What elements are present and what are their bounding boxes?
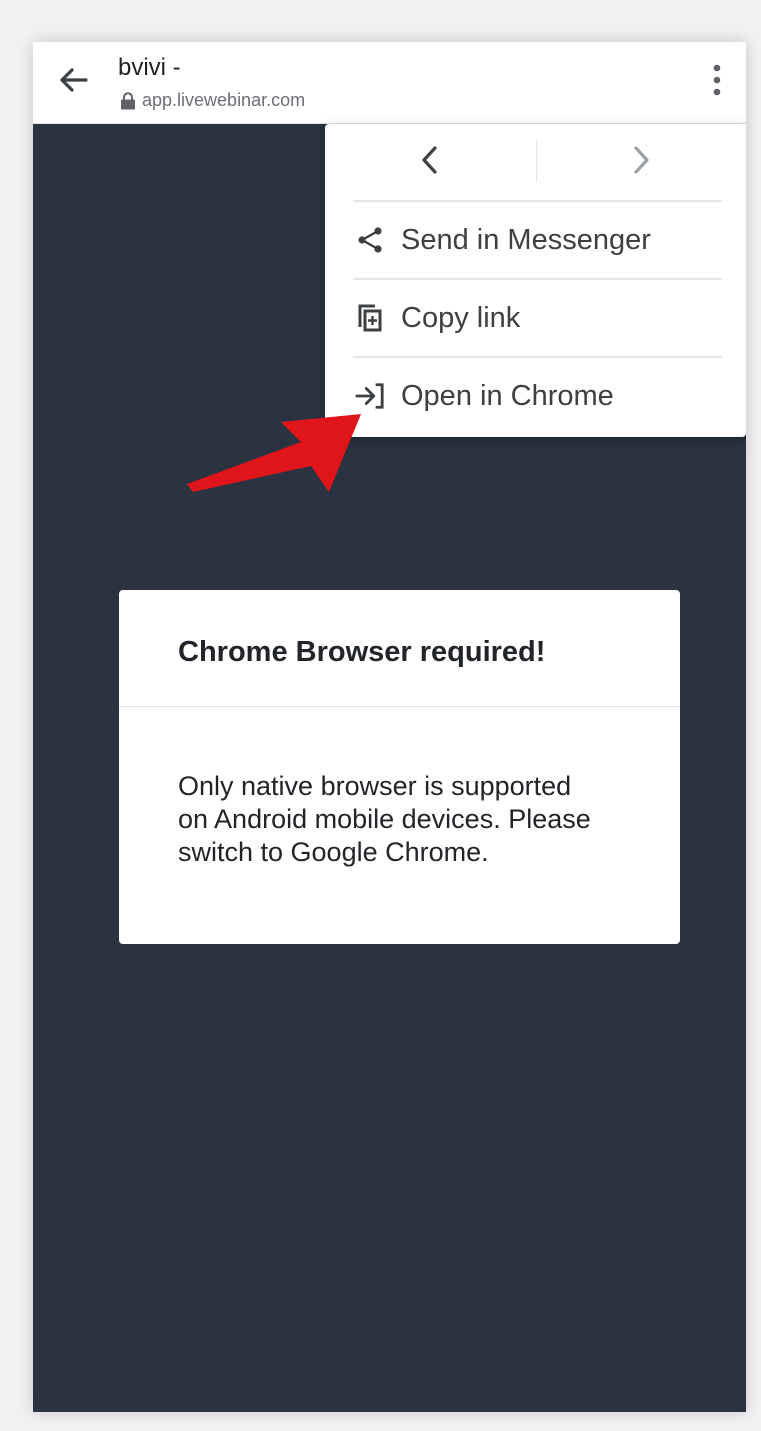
nav-forward-button[interactable] xyxy=(536,124,747,200)
menu-item-open-in-chrome[interactable]: Open in Chrome xyxy=(325,358,746,434)
menu-item-copy-link[interactable]: Copy link xyxy=(325,280,746,356)
menu-item-label: Send in Messenger xyxy=(401,223,651,256)
menu-item-label: Open in Chrome xyxy=(401,379,614,412)
url-display: app.livewebinar.com xyxy=(120,90,305,111)
custom-tab-toolbar: bvivi - app.livewebinar.com xyxy=(33,42,746,124)
more-vertical-icon xyxy=(712,64,722,101)
browser-required-dialog: Chrome Browser required! Only native bro… xyxy=(119,590,680,944)
page-title: bvivi - xyxy=(118,54,181,81)
chevron-right-icon xyxy=(631,145,651,180)
menu-item-send-in-messenger[interactable]: Send in Messenger xyxy=(325,202,746,278)
dialog-message-line: switch to Google Chrome. xyxy=(178,837,489,867)
nav-divider xyxy=(536,140,537,182)
copy-icon xyxy=(355,303,385,333)
arrow-left-icon xyxy=(58,67,88,98)
share-icon xyxy=(355,225,385,255)
dialog-message-line: on Android mobile devices. Please xyxy=(178,804,591,834)
lock-icon xyxy=(120,91,136,110)
menu-item-label: Copy link xyxy=(401,301,521,334)
nav-back-button[interactable] xyxy=(325,124,536,200)
dialog-message: Only native browser is supported on Andr… xyxy=(178,770,648,869)
dialog-separator xyxy=(119,706,680,707)
chevron-left-icon xyxy=(420,145,440,180)
dialog-message-line: Only native browser is supported xyxy=(178,771,572,801)
dialog-title: Chrome Browser required! xyxy=(178,636,546,668)
back-button[interactable] xyxy=(51,62,95,102)
url-text: app.livewebinar.com xyxy=(142,90,306,110)
browser-frame: bvivi - app.livewebinar.com Send in Mess… xyxy=(33,42,746,1412)
menu-nav-row xyxy=(325,124,746,200)
more-options-button[interactable] xyxy=(702,60,732,104)
red-arrow-icon xyxy=(187,414,361,492)
overflow-menu: Send in Messenger Copy link Open in Chro… xyxy=(325,124,746,437)
